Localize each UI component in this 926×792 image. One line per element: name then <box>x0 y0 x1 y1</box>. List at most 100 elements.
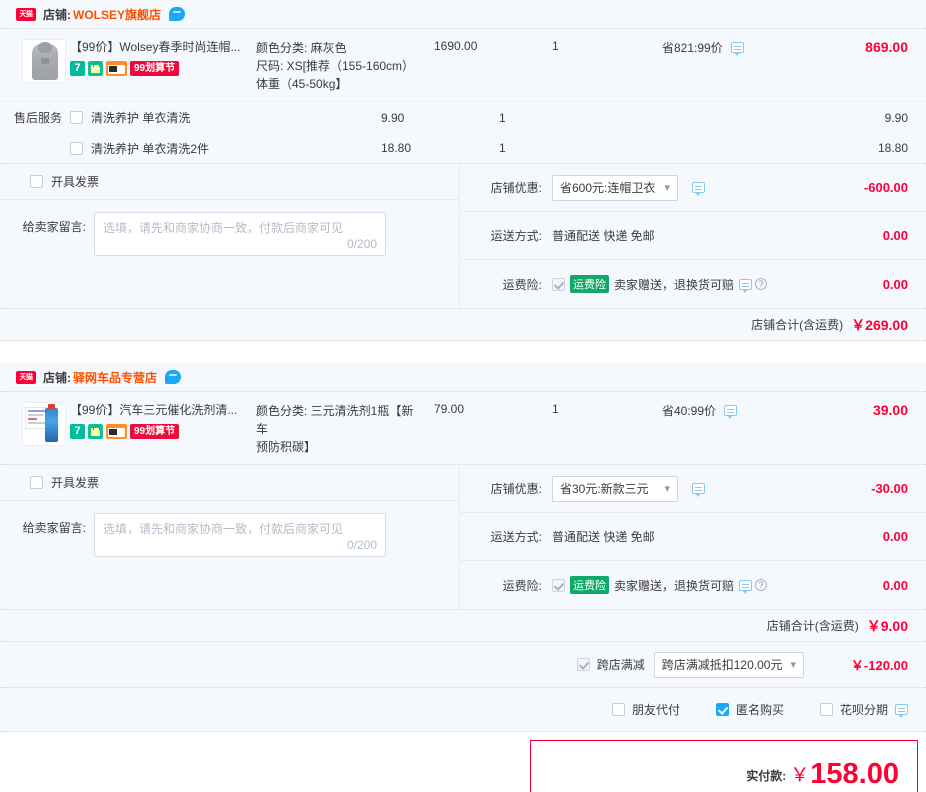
freight-insurance-amount: 0.00 <box>882 577 908 593</box>
seven-day-return-icon: 7 <box>70 424 85 439</box>
checkout-page: 天猫 店铺: WOLSEY旗舰店 【99价】Wolsey春季时尚连帽... 7 … <box>0 0 926 792</box>
shipping-body[interactable]: 普通配送 快递 免邮 <box>552 227 806 244</box>
coupon-tip-icon[interactable] <box>692 182 705 196</box>
currency-symbol: ￥ <box>790 765 810 786</box>
seller-message-input[interactable]: 选填，请先和商家协商一致，付款后商家可见 0/200 <box>94 513 386 557</box>
shipping-text: 普通配送 快递 免邮 <box>552 229 655 243</box>
shipping-text: 普通配送 快递 免邮 <box>552 530 655 544</box>
promo-text: 省40:99价 <box>662 404 717 418</box>
seller-message-placeholder: 选填，请先和商家协商一致，付款后商家可见 <box>103 522 344 536</box>
shipping-row: 运送方式: 普通配送 快递 免邮 0.00 <box>460 212 926 260</box>
cross-shop-value: 跨店满减抵扣120.00元 <box>661 658 783 672</box>
product-thumbnail[interactable] <box>22 39 66 83</box>
chat-bubble-icon[interactable] <box>165 370 182 384</box>
shop-coupon-value: 省600元:连帽卫衣 <box>560 181 656 195</box>
product-row-2: 【99价】汽车三元催化洗剂清... 7 99划算节 颜色分类: 三元清洗剂1瓶【… <box>0 392 926 465</box>
product-thumbnail[interactable] <box>22 402 66 446</box>
product-subtotal: 39.00 <box>872 402 908 418</box>
service-checkbox-2[interactable] <box>70 141 83 155</box>
freight-insurance-label: 运费险: <box>502 277 542 292</box>
shop-coupon-select[interactable]: 省30元:新款三元 ▾ <box>552 475 678 502</box>
product-sku: 颜色分类: 三元清洗剂1瓶【新车 预防积碳】 <box>256 402 430 456</box>
huabei-installment-checkbox[interactable] <box>819 703 833 716</box>
freight-insurance-body: 运费险 卖家赠送，退换货可赔 ? <box>552 275 806 293</box>
coupon-tip-icon[interactable] <box>692 483 705 497</box>
friend-pay-label: 朋友代付 <box>631 703 680 717</box>
shop-left-column: 开具发票 给卖家留言: 选填，请先和商家协商一致，付款后商家可见 0/200 <box>0 164 460 308</box>
shop-options-1: 开具发票 给卖家留言: 选填，请先和商家协商一致，付款后商家可见 0/200 店… <box>0 164 926 309</box>
anonymous-buy-checkbox[interactable] <box>715 703 729 716</box>
shop-coupon-body: 省600元:连帽卫衣 ▾ <box>552 174 806 201</box>
promo-text: 省821:99价 <box>662 41 723 55</box>
seller-message-input[interactable]: 选填，请先和商家协商一致，付款后商家可见 0/200 <box>94 212 386 256</box>
shop-right-column: 店铺优惠: 省600元:连帽卫衣 ▾ -600.00 运送方式: 普通配送 快递… <box>460 164 926 308</box>
service-list: 售后服务 清洗养护 单衣清洗 9.90 1 9.90 清洗养护 单衣清洗2件 1… <box>0 102 926 164</box>
festival-badge: 99划算节 <box>130 61 180 76</box>
freight-tip-icon[interactable] <box>739 278 753 293</box>
chevron-down-icon: ▾ <box>664 182 670 194</box>
help-icon[interactable]: ? <box>755 278 768 290</box>
invoice-checkbox[interactable] <box>30 476 43 489</box>
product-tags: 7 99划算节 <box>70 61 256 76</box>
shop-coupon-row: 店铺优惠: 省30元:新款三元 ▾ -30.00 <box>460 465 926 513</box>
freight-tip-icon[interactable] <box>739 579 753 594</box>
pay-option-huabei[interactable]: 花呗分期 <box>819 701 908 718</box>
shop-coupon-select[interactable]: 省600元:连帽卫衣 ▾ <box>552 174 678 201</box>
friend-pay-checkbox[interactable] <box>611 703 625 716</box>
product-title-link[interactable]: 【99价】汽车三元催化洗剂清... <box>70 402 256 419</box>
sku-line: 尺码: XS[推荐（155-160cm） <box>256 59 415 73</box>
product-info: 【99价】Wolsey春季时尚连帽... 7 99划算节 <box>70 39 256 93</box>
invoice-row[interactable]: 开具发票 <box>0 164 459 200</box>
promo-tip-icon[interactable] <box>731 42 745 56</box>
shop-name-link[interactable]: 驿网车品专营店 <box>73 369 157 386</box>
final-total-label: 实付款: <box>746 769 787 783</box>
promo-tip-icon[interactable] <box>724 405 738 419</box>
shop-block-1: 天猫 店铺: WOLSEY旗舰店 【99价】Wolsey春季时尚连帽... 7 … <box>0 0 926 341</box>
invoice-checkbox[interactable] <box>30 175 43 188</box>
invoice-row[interactable]: 开具发票 <box>0 465 459 501</box>
shop-coupon-label: 店铺优惠: <box>490 181 542 195</box>
pay-option-anonymous[interactable]: 匿名购买 <box>715 701 784 718</box>
seller-message-row: 给卖家留言: 选填，请先和商家协商一致，付款后商家可见 0/200 <box>0 200 459 270</box>
freight-insurance-checkbox[interactable] <box>552 578 565 592</box>
chat-bubble-icon[interactable] <box>169 7 186 21</box>
freight-insurance-checkbox[interactable] <box>552 277 565 291</box>
service-qty: 1 <box>499 141 506 155</box>
cross-shop-checkbox[interactable] <box>576 658 590 671</box>
freight-insurance-amount: 0.00 <box>882 276 908 292</box>
shop-left-column: 开具发票 给卖家留言: 选填，请先和商家协商一致，付款后商家可见 0/200 <box>0 465 460 609</box>
shipping-label: 运送方式: <box>490 229 542 243</box>
shop-block-2: 天猫 店铺: 驿网车品专营店 【99价】汽车三元催化洗剂清... 7 99划算节 <box>0 363 926 642</box>
product-promo: 省821:99价 <box>662 39 812 93</box>
cross-shop-amount: ￥-120.00 <box>850 658 908 673</box>
shipping-row: 运送方式: 普通配送 快递 免邮 0.00 <box>460 513 926 561</box>
bag-icon <box>88 61 103 76</box>
sku-line: 颜色分类: 三元清洗剂1瓶【新车 <box>256 404 414 436</box>
pay-option-friend[interactable]: 朋友代付 <box>611 701 680 718</box>
cross-shop-label: 跨店满减 <box>596 658 645 672</box>
service-total: 9.90 <box>884 110 908 125</box>
shipping-body[interactable]: 普通配送 快递 免邮 <box>552 528 806 545</box>
product-tags: 7 99划算节 <box>70 424 256 439</box>
shop-name-link[interactable]: WOLSEY旗舰店 <box>73 6 161 23</box>
product-thumb-cell <box>0 402 70 456</box>
invoice-label: 开具发票 <box>51 175 100 189</box>
cross-shop-select[interactable]: 跨店满减抵扣120.00元 ▾ <box>653 651 804 678</box>
huabei-tip-icon[interactable] <box>895 704 908 718</box>
shop-coupon-label: 店铺优惠: <box>490 482 542 496</box>
service-checkbox-1[interactable] <box>70 111 83 124</box>
product-unit-price: 79.00 <box>434 402 465 416</box>
shop-label: 店铺: <box>43 370 71 385</box>
product-sku: 颜色分类: 麻灰色 尺码: XS[推荐（155-160cm） 体重（45-50k… <box>256 39 430 93</box>
chevron-down-icon: ▾ <box>664 483 670 495</box>
product-title-link[interactable]: 【99价】Wolsey春季时尚连帽... <box>70 39 256 56</box>
product-subtotal: 869.00 <box>865 39 908 55</box>
shop-total-label: 店铺合计(含运费) <box>751 318 844 332</box>
help-icon[interactable]: ? <box>755 579 768 591</box>
service-total: 18.80 <box>877 141 908 155</box>
shop-coupon-value: 省30元:新款三元 <box>560 482 649 496</box>
card-icon <box>106 424 127 439</box>
seller-message-label: 给卖家留言: <box>22 521 86 535</box>
sku-line: 体重（45-50kg】 <box>256 77 348 91</box>
seller-message-counter: 0/200 <box>346 237 377 251</box>
